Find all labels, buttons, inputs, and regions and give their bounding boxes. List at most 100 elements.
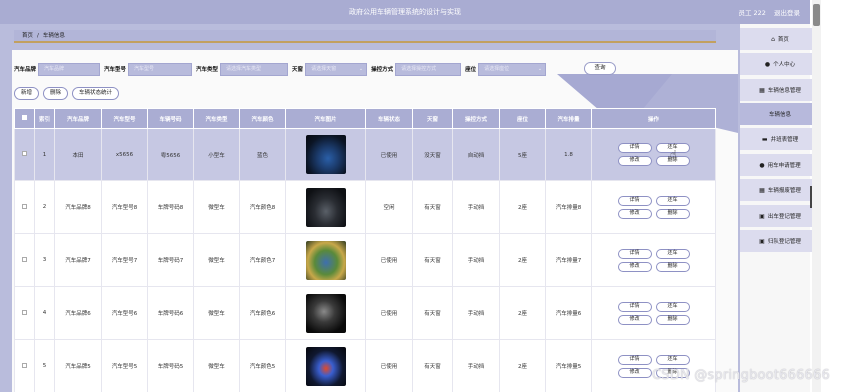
return-car-button[interactable]: 还车 bbox=[655, 195, 690, 206]
status-cell: 已使用 bbox=[365, 286, 413, 340]
table-row[interactable]: 5 汽车品牌5 汽车型号5 车牌号码5 微型车 汽车颜色5 已使用 有天窗 手动… bbox=[14, 339, 716, 392]
sidebar-item-return-registration[interactable]: ▣ 归队登记管理 bbox=[740, 230, 820, 252]
breadcrumb-home[interactable]: 首页 bbox=[22, 33, 33, 39]
return-car-button[interactable]: 还车 bbox=[655, 301, 690, 312]
brand-cell: 本田 bbox=[54, 128, 102, 181]
sidebar-item-label: 个人中心 bbox=[773, 62, 796, 68]
displacement-cell: 汽车排量6 bbox=[545, 286, 592, 340]
return-car-button[interactable]: 还车 bbox=[655, 354, 690, 365]
operations-cell: 详情 还车 修改 删除 bbox=[591, 180, 716, 234]
sunroof-select[interactable]: 请选择天窗 ⌄ bbox=[305, 62, 368, 76]
operations-cell: 详情 还车 修改 删除 bbox=[591, 339, 716, 392]
edit-button[interactable]: 修改 bbox=[617, 367, 652, 378]
control-select[interactable]: 请选择操控方式 bbox=[395, 62, 462, 76]
sunroof-cell: 有天窗 bbox=[412, 339, 453, 392]
sidebar-item-home[interactable]: ⌂ 首页 bbox=[740, 28, 820, 50]
table-row[interactable]: 4 汽车品牌6 汽车型号6 车牌号码6 微型车 汽车颜色6 已使用 有天窗 手动… bbox=[14, 286, 716, 340]
status-cell: 已使用 bbox=[365, 128, 413, 181]
table-row[interactable]: 1 本田 x5656 粤5656 小型车 蓝色 已使用 没天窗 自动挡 5座 1… bbox=[14, 128, 716, 181]
plate-cell: 车牌号码5 bbox=[147, 339, 194, 392]
user-name: 员工 222 bbox=[738, 9, 766, 17]
type-cell: 小型车 bbox=[193, 128, 240, 181]
detail-button[interactable]: 详情 bbox=[617, 301, 652, 312]
column-header: 操控方式 bbox=[452, 108, 500, 129]
row-select-cell[interactable] bbox=[14, 286, 35, 340]
sidebar-item-label: 出车登记管理 bbox=[767, 214, 801, 220]
user-icon: ● bbox=[759, 161, 765, 169]
row-select-cell[interactable] bbox=[14, 339, 35, 392]
brand-cell: 汽车品牌7 bbox=[54, 233, 102, 287]
sunroof-cell: 有天窗 bbox=[412, 233, 453, 287]
edit-button[interactable]: 修改 bbox=[617, 314, 652, 325]
control-cell: 手动挡 bbox=[452, 286, 500, 340]
brand-input[interactable]: 汽车品牌 bbox=[38, 62, 101, 76]
table-row[interactable]: 2 汽车品牌8 汽车型号8 车牌号码8 微型车 汽车颜色8 空闲 有天窗 手动挡… bbox=[14, 180, 716, 234]
type-cell: 微型车 bbox=[193, 339, 240, 392]
seats-cell: 2座 bbox=[499, 286, 546, 340]
seats-label: 座位 bbox=[465, 67, 477, 73]
delete-button[interactable]: 删除 bbox=[655, 261, 690, 272]
sidebar-item-vehicle-scrap[interactable]: ▦ 车辆报废管理 bbox=[740, 179, 820, 201]
sidebar-item-label: 井班表管理 bbox=[770, 137, 799, 143]
add-button[interactable]: 新增 bbox=[14, 87, 40, 100]
grid-icon: ▦ bbox=[759, 186, 765, 194]
row-select-cell[interactable] bbox=[14, 128, 35, 181]
sidebar-item-label: 车辆报废管理 bbox=[767, 188, 801, 194]
edit-button[interactable]: 修改 bbox=[617, 261, 652, 272]
sidebar-item-vehicle-request[interactable]: ● 用车申请管理 bbox=[740, 154, 820, 176]
sidebar-item-dispatch-registration[interactable]: ▣ 出车登记管理 bbox=[740, 205, 820, 227]
sidebar-item-vehicle-info[interactable]: 车辆信息 bbox=[740, 103, 820, 125]
sidebar-item-vehicle-management[interactable]: ▦ 车辆信息管理 bbox=[740, 79, 820, 101]
delete-button[interactable]: 删除 bbox=[655, 208, 690, 219]
sidebar-item-shift-management[interactable]: ▬ 井班表管理 bbox=[740, 128, 820, 150]
logout-link[interactable]: 退出登录 bbox=[774, 9, 800, 17]
car-image bbox=[305, 187, 346, 227]
doc-icon: ▣ bbox=[759, 237, 765, 245]
table-row[interactable]: 3 汽车品牌7 汽车型号7 车牌号码7 微型车 汽车颜色7 已使用 有天窗 手动… bbox=[14, 233, 716, 287]
detail-button[interactable]: 详情 bbox=[617, 143, 652, 153]
sunroof-label: 天窗 bbox=[292, 67, 304, 73]
detail-button[interactable]: 详情 bbox=[617, 195, 652, 206]
bulk-delete-button[interactable]: 删除 bbox=[43, 87, 69, 100]
color-cell: 汽车颜色5 bbox=[239, 339, 286, 392]
brand-cell: 汽车品牌5 bbox=[54, 339, 102, 392]
select-all-cell[interactable] bbox=[14, 108, 35, 129]
row-checkbox[interactable] bbox=[22, 151, 27, 156]
type-cell: 微型车 bbox=[193, 180, 240, 234]
control-cell: 手动挡 bbox=[452, 180, 500, 234]
row-checkbox[interactable] bbox=[22, 362, 27, 368]
color-cell: 蓝色 bbox=[239, 128, 286, 181]
select-all-checkbox[interactable] bbox=[22, 115, 27, 120]
row-checkbox[interactable] bbox=[22, 309, 27, 315]
scrollbar-thumb[interactable] bbox=[813, 4, 820, 26]
sidebar-item-personal-center[interactable]: ● 个人中心 bbox=[740, 53, 820, 75]
watermark: CSDN @springboot666666 bbox=[652, 368, 830, 383]
plate-cell: 粤5656 bbox=[147, 128, 194, 181]
delete-button[interactable]: 删除 bbox=[655, 314, 690, 325]
row-checkbox[interactable] bbox=[22, 256, 27, 262]
control-cell: 自动挡 bbox=[452, 128, 500, 181]
detail-button[interactable]: 详情 bbox=[617, 248, 652, 259]
return-car-button[interactable]: 还车 bbox=[655, 248, 690, 259]
type-select[interactable]: 请选择汽车类型 bbox=[220, 62, 289, 76]
column-header: 汽车图片 bbox=[285, 108, 366, 129]
detail-button[interactable]: 详情 bbox=[617, 354, 652, 365]
color-cell: 汽车颜色8 bbox=[239, 180, 286, 234]
column-header: 车辆状态 bbox=[365, 108, 413, 129]
row-checkbox[interactable] bbox=[22, 203, 27, 209]
mouse-cursor-icon: ☝ bbox=[670, 148, 677, 161]
edit-button[interactable]: 修改 bbox=[617, 156, 652, 166]
model-input[interactable]: 汽车型号 bbox=[128, 62, 193, 76]
displacement-cell: 1.8 bbox=[545, 128, 592, 181]
edit-button[interactable]: 修改 bbox=[617, 208, 652, 219]
row-select-cell[interactable] bbox=[14, 180, 35, 234]
row-select-cell[interactable] bbox=[14, 233, 35, 287]
column-header: 座位 bbox=[499, 108, 546, 129]
index-cell: 2 bbox=[34, 180, 55, 234]
top-bar: 政府公用车辆管理系统的设计与实现 员工 222 退出登录 bbox=[0, 0, 810, 24]
search-button[interactable]: 查询 bbox=[584, 62, 616, 75]
vehicle-status-stats-button[interactable]: 车辆状态统计 bbox=[72, 87, 120, 100]
window-scrollbar[interactable] bbox=[812, 0, 821, 392]
seats-select[interactable]: 请选择座位 ⌄ bbox=[478, 62, 547, 76]
image-cell bbox=[285, 339, 366, 392]
